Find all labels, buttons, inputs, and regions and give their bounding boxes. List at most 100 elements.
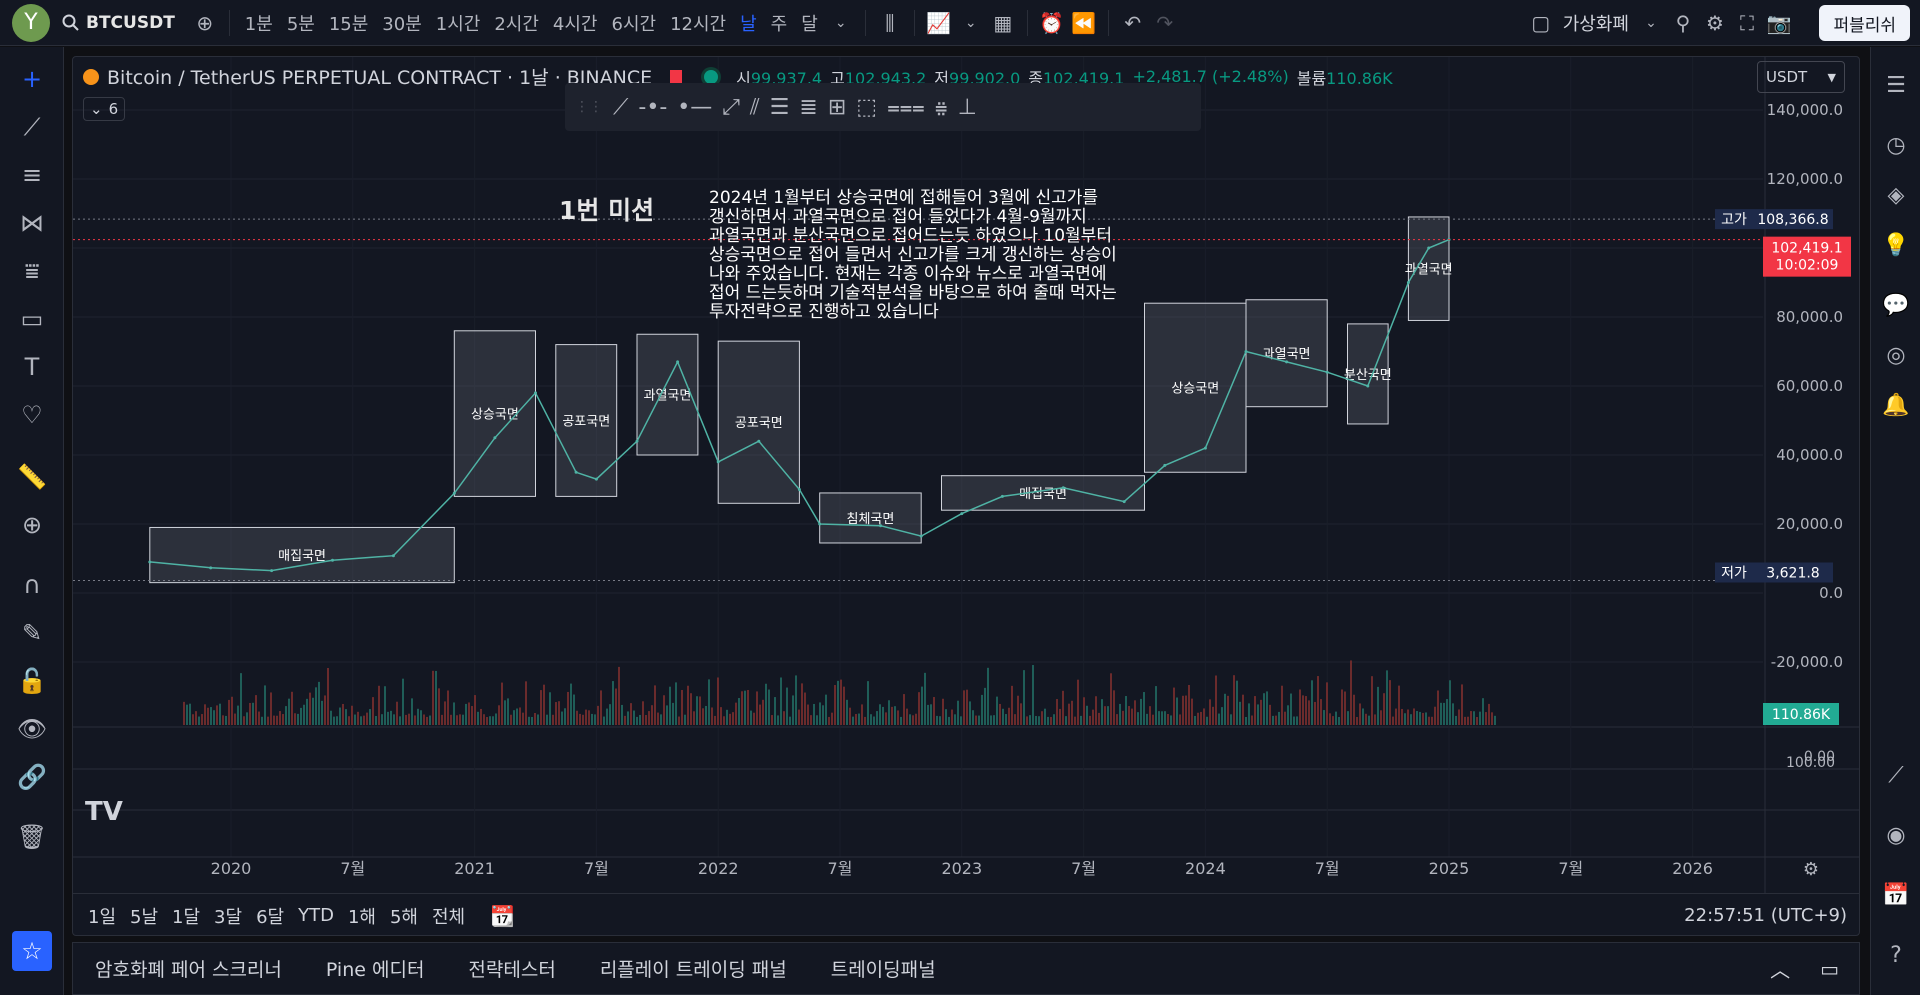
fib-ext-tool-icon[interactable]: ≣ <box>799 95 817 120</box>
interval-2[interactable]: 15분 <box>322 10 375 36</box>
target-icon[interactable]: ◉ <box>1878 817 1914 853</box>
magnet-icon[interactable]: ∩ <box>14 567 50 603</box>
calendar-range-icon[interactable]: 📆 <box>490 904 515 928</box>
interval-3[interactable]: 30분 <box>375 10 428 36</box>
quick-search-icon[interactable]: ⚲ <box>1667 7 1699 39</box>
interval-7[interactable]: 6시간 <box>605 10 664 36</box>
range-button-2[interactable]: 1달 <box>165 903 207 929</box>
calendar-icon[interactable]: 📅 <box>1878 877 1914 913</box>
alert-icon[interactable]: ⏰ <box>1036 7 1068 39</box>
templates-icon[interactable]: ▦ <box>987 7 1019 39</box>
star-icon[interactable]: ☆ <box>12 931 52 971</box>
fib-icon[interactable]: ≡ <box>14 157 50 193</box>
panel-tab-0[interactable]: 암호화폐 페어 스크리너 <box>73 955 304 982</box>
currency-select[interactable]: USDT ▼ <box>1757 61 1845 93</box>
panel-tab-2[interactable]: 전략테스터 <box>446 955 577 982</box>
clock-icon[interactable]: ◷ <box>1878 127 1914 163</box>
panel-tab-4[interactable]: 트레이딩패널 <box>809 955 958 982</box>
streams-icon[interactable]: ◎ <box>1878 337 1914 373</box>
settings-icon[interactable]: ⚙ <box>1803 859 1819 880</box>
chevron-down-icon[interactable]: ⌄ <box>1635 7 1667 39</box>
user-avatar[interactable]: Y <box>12 3 50 42</box>
channel-tool-icon[interactable]: ⫽ <box>750 95 760 120</box>
chat-icon[interactable]: 💬 <box>1878 287 1914 323</box>
indicator-collapse[interactable]: ⌄ 6 <box>83 97 126 121</box>
zoom-in-icon[interactable]: ⊕ <box>14 507 50 543</box>
range-button-5[interactable]: YTD <box>291 905 341 926</box>
range-button-6[interactable]: 1해 <box>341 903 383 929</box>
interval-1[interactable]: 5분 <box>280 10 322 36</box>
eye-icon[interactable]: 👁 <box>14 711 50 747</box>
measure-tool-icon[interactable]: ⊥ <box>958 95 977 120</box>
camera-icon[interactable]: 📷 <box>1763 7 1795 39</box>
interval-4[interactable]: 1시간 <box>429 10 488 36</box>
clock-label[interactable]: 22:57:51 (UTC+9) <box>1684 905 1847 926</box>
annotation-text[interactable]: 2024년 1월부터 상승국면에 접해들어 3월에 신고가를 갱신하면서 과열국면… <box>709 189 1117 322</box>
pattern-icon[interactable]: ⋈ <box>14 205 50 241</box>
interval-11[interactable]: 달 <box>794 10 825 36</box>
panel-tab-3[interactable]: 리플레이 트레이딩 패널 <box>578 955 809 982</box>
layers-icon[interactable]: ◈ <box>1878 177 1914 213</box>
gann-tool-icon[interactable]: ⩷ <box>935 95 948 120</box>
time-axis[interactable]: 2020 7월 2021 7월 2022 7월 2023 7월 2024 7월 2025 7월 2026… <box>211 859 1819 880</box>
candle-type-icon[interactable]: ⫼ <box>874 7 906 39</box>
crosshair-icon[interactable]: + <box>14 61 50 97</box>
trash-icon[interactable]: 🗑 <box>14 819 50 855</box>
replay-icon[interactable]: ⏪ <box>1068 7 1100 39</box>
market-status-icon[interactable] <box>704 69 719 84</box>
text-icon[interactable]: T <box>14 349 50 385</box>
trend-line-icon[interactable]: ⟋ <box>14 109 50 145</box>
fullscreen-icon[interactable]: ⛶ <box>1731 7 1763 39</box>
interval-5[interactable]: 2시간 <box>487 10 546 36</box>
layout-label[interactable]: 가상화폐 <box>1563 10 1629 36</box>
panel-tab-1[interactable]: Pine 에디터 <box>304 955 447 982</box>
redo-icon[interactable]: ↷ <box>1149 7 1181 39</box>
bell-icon[interactable]: 🔔 <box>1878 387 1914 423</box>
lock-icon[interactable]: 🔓 <box>14 663 50 699</box>
pitchfork-tool-icon[interactable]: ⩶ <box>887 95 925 120</box>
undo-icon[interactable]: ↶ <box>1117 7 1149 39</box>
interval-9[interactable]: 날 <box>733 10 764 36</box>
range-button-7[interactable]: 5해 <box>383 903 425 929</box>
lock-drawing-icon[interactable]: ✎ <box>14 615 50 651</box>
add-symbol-icon[interactable]: ⊕ <box>189 7 221 39</box>
cross-box-tool-icon[interactable]: ⊞ <box>828 95 846 120</box>
ray-tool-icon[interactable]: -•- <box>638 95 667 120</box>
symbol-search[interactable]: BTCUSDT <box>62 13 175 33</box>
trend-line-tool-icon[interactable]: ⟋ <box>613 95 628 120</box>
chart-pane[interactable]: 매집국면 상승국면 공포국면 과열국면 공포국면 침체국면 매집국면 상승국면 과열국면 분산국면… <box>72 56 1860 936</box>
watchlist-icon[interactable]: ☰ <box>1878 67 1914 103</box>
drag-handle-icon[interactable]: ⋮⋮ <box>575 99 603 115</box>
interval-0[interactable]: 1분 <box>238 10 280 36</box>
link-icon[interactable]: 🔗 <box>14 759 50 795</box>
shape-icon[interactable]: ▭ <box>14 301 50 337</box>
flag-icon[interactable] <box>670 69 683 84</box>
prediction-icon[interactable]: ⩸ <box>14 253 50 289</box>
collapse-icon[interactable]: ︿ <box>1770 954 1790 983</box>
publish-button[interactable]: 퍼블리쉬 <box>1819 5 1910 41</box>
layout-icon[interactable]: ▢ <box>1525 7 1557 39</box>
fib-tool-icon[interactable]: ☰ <box>770 95 790 120</box>
help-icon[interactable]: ? <box>1878 937 1914 973</box>
indicators-icon[interactable]: 📈 <box>923 7 955 39</box>
line-tool-icon[interactable]: ⟋ <box>1878 757 1914 793</box>
annotation-heading[interactable]: 1번 미션 <box>559 191 654 227</box>
range-button-8[interactable]: 전체 <box>425 903 472 929</box>
interval-8[interactable]: 12시간 <box>663 10 733 36</box>
interval-10[interactable]: 주 <box>764 10 795 36</box>
range-button-3[interactable]: 3달 <box>207 903 249 929</box>
rect-tool-icon[interactable]: ⬚ <box>856 95 877 120</box>
chevron-down-icon[interactable]: ⌄ <box>825 7 857 39</box>
tradingview-logo-icon[interactable]: TV <box>85 797 123 827</box>
info-line-tool-icon[interactable]: ⤢ <box>722 95 740 120</box>
maximize-icon[interactable]: ▭ <box>1820 957 1839 981</box>
range-button-4[interactable]: 6달 <box>249 903 291 929</box>
chevron-down-icon[interactable]: ⌄ <box>955 7 987 39</box>
range-button-0[interactable]: 1일 <box>81 903 123 929</box>
price-axis[interactable]: 140,000.0120,000.0100,000.080,000.060,00… <box>1715 101 1851 771</box>
range-button-1[interactable]: 5날 <box>123 903 165 929</box>
heart-icon[interactable]: ♡ <box>14 397 50 433</box>
ruler-icon[interactable]: 📏 <box>14 459 50 495</box>
hline-tool-icon[interactable]: •— <box>677 95 712 120</box>
idea-icon[interactable]: 💡 <box>1878 227 1914 263</box>
